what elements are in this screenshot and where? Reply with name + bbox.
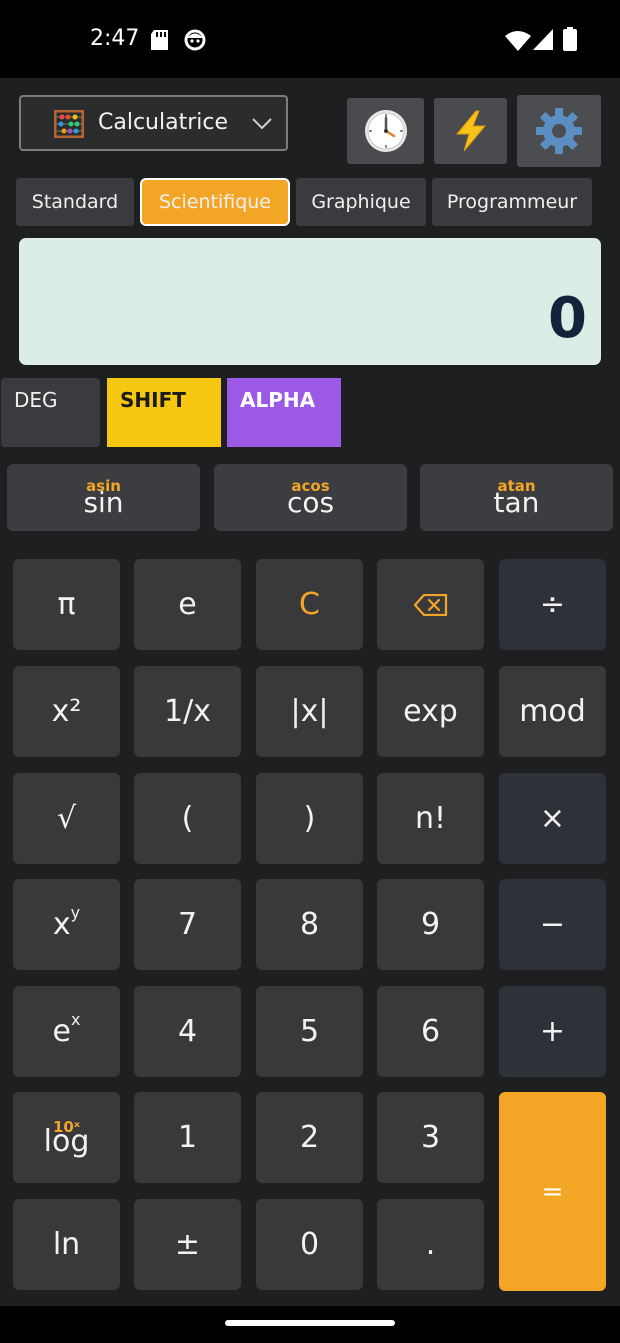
digit-4-key[interactable]: 4 xyxy=(134,986,241,1077)
status-time: 2:47 xyxy=(90,26,140,51)
square-key[interactable]: x² xyxy=(13,666,120,757)
signal-icon xyxy=(533,29,553,50)
sin-button[interactable]: asin sin xyxy=(7,464,200,531)
tab-standard[interactable]: Standard xyxy=(16,178,134,226)
reciprocal-key[interactable]: 1/x xyxy=(134,666,241,757)
negate-key[interactable]: ± xyxy=(134,1199,241,1290)
exponential-key[interactable]: ex xyxy=(13,986,120,1077)
lightning-button[interactable] xyxy=(434,98,507,164)
calculator-app: Calculatrice Standard Scientifique Graph… xyxy=(0,78,620,1306)
log-label: log xyxy=(43,1124,90,1159)
plus-key[interactable]: + xyxy=(499,986,606,1077)
battery-icon xyxy=(563,27,577,51)
exp-key[interactable]: exp xyxy=(377,666,484,757)
tab-programmeur[interactable]: Programmeur xyxy=(432,178,592,226)
gear-icon xyxy=(536,108,582,154)
wifi-icon xyxy=(505,31,531,51)
factorial-key[interactable]: n! xyxy=(377,773,484,864)
lightning-icon xyxy=(455,110,486,152)
clock-icon xyxy=(364,110,407,152)
cos-label: cos xyxy=(286,486,335,519)
tab-scientifique[interactable]: Scientifique xyxy=(140,178,290,226)
app-selector-label: Calculatrice xyxy=(98,110,229,135)
alpha-button[interactable]: ALPHA xyxy=(227,378,341,447)
e-key[interactable]: e xyxy=(134,559,241,650)
sd-card-icon xyxy=(151,30,168,50)
log-key-content: 10ˣ log xyxy=(13,1092,120,1183)
backspace-icon xyxy=(413,593,447,616)
equals-key[interactable]: = xyxy=(499,1092,606,1291)
digit-1-key[interactable]: 1 xyxy=(134,1092,241,1183)
mod-key[interactable]: mod xyxy=(499,666,606,757)
shift-button[interactable]: SHIFT xyxy=(107,378,221,447)
ln-key[interactable]: ln xyxy=(13,1199,120,1290)
sin-label: sin xyxy=(83,486,124,519)
right-paren-key[interactable]: ) xyxy=(256,773,363,864)
angle-mode-button[interactable]: DEG xyxy=(1,378,100,447)
power-key[interactable]: xy xyxy=(13,879,120,970)
tan-label: tan xyxy=(493,486,540,519)
left-paren-key[interactable]: ( xyxy=(134,773,241,864)
cos-button[interactable]: acos cos xyxy=(214,464,407,531)
digit-5-key[interactable]: 5 xyxy=(256,986,363,1077)
digit-6-key[interactable]: 6 xyxy=(377,986,484,1077)
clear-key[interactable]: C xyxy=(256,559,363,650)
navigation-bar xyxy=(0,1306,620,1343)
digit-2-key[interactable]: 2 xyxy=(256,1092,363,1183)
home-gesture-handle[interactable] xyxy=(225,1320,395,1326)
calculator-display: 0 xyxy=(19,238,601,365)
digit-0-key[interactable]: 0 xyxy=(256,1199,363,1290)
minus-key[interactable]: − xyxy=(499,879,606,970)
pi-key[interactable]: π xyxy=(13,559,120,650)
absolute-value-key[interactable]: |x| xyxy=(256,666,363,757)
abacus-icon xyxy=(54,110,84,138)
digit-3-key[interactable]: 3 xyxy=(377,1092,484,1183)
settings-button[interactable] xyxy=(517,95,601,167)
digit-7-key[interactable]: 7 xyxy=(134,879,241,970)
display-value: 0 xyxy=(548,286,587,351)
digit-9-key[interactable]: 9 xyxy=(377,879,484,970)
exponential-base: e xyxy=(52,1014,71,1049)
status-bar: 2:47 xyxy=(0,0,620,78)
log-key[interactable]: 10ˣ log xyxy=(13,1092,120,1183)
power-exponent: y xyxy=(70,903,81,922)
divide-key[interactable]: ÷ xyxy=(499,559,606,650)
backspace-key[interactable] xyxy=(377,559,484,650)
tan-button[interactable]: atan tan xyxy=(420,464,613,531)
chevron-down-icon xyxy=(252,118,272,130)
sqrt-key[interactable]: √ xyxy=(13,773,120,864)
multiply-key[interactable]: × xyxy=(499,773,606,864)
exponential-exponent: x xyxy=(71,1010,81,1029)
history-button[interactable] xyxy=(347,98,424,164)
tab-graphique[interactable]: Graphique xyxy=(296,178,426,226)
face-icon xyxy=(184,29,206,51)
digit-8-key[interactable]: 8 xyxy=(256,879,363,970)
app-selector-dropdown[interactable]: Calculatrice xyxy=(19,95,288,151)
decimal-point-key[interactable]: . xyxy=(377,1199,484,1290)
power-base: x xyxy=(52,907,71,942)
